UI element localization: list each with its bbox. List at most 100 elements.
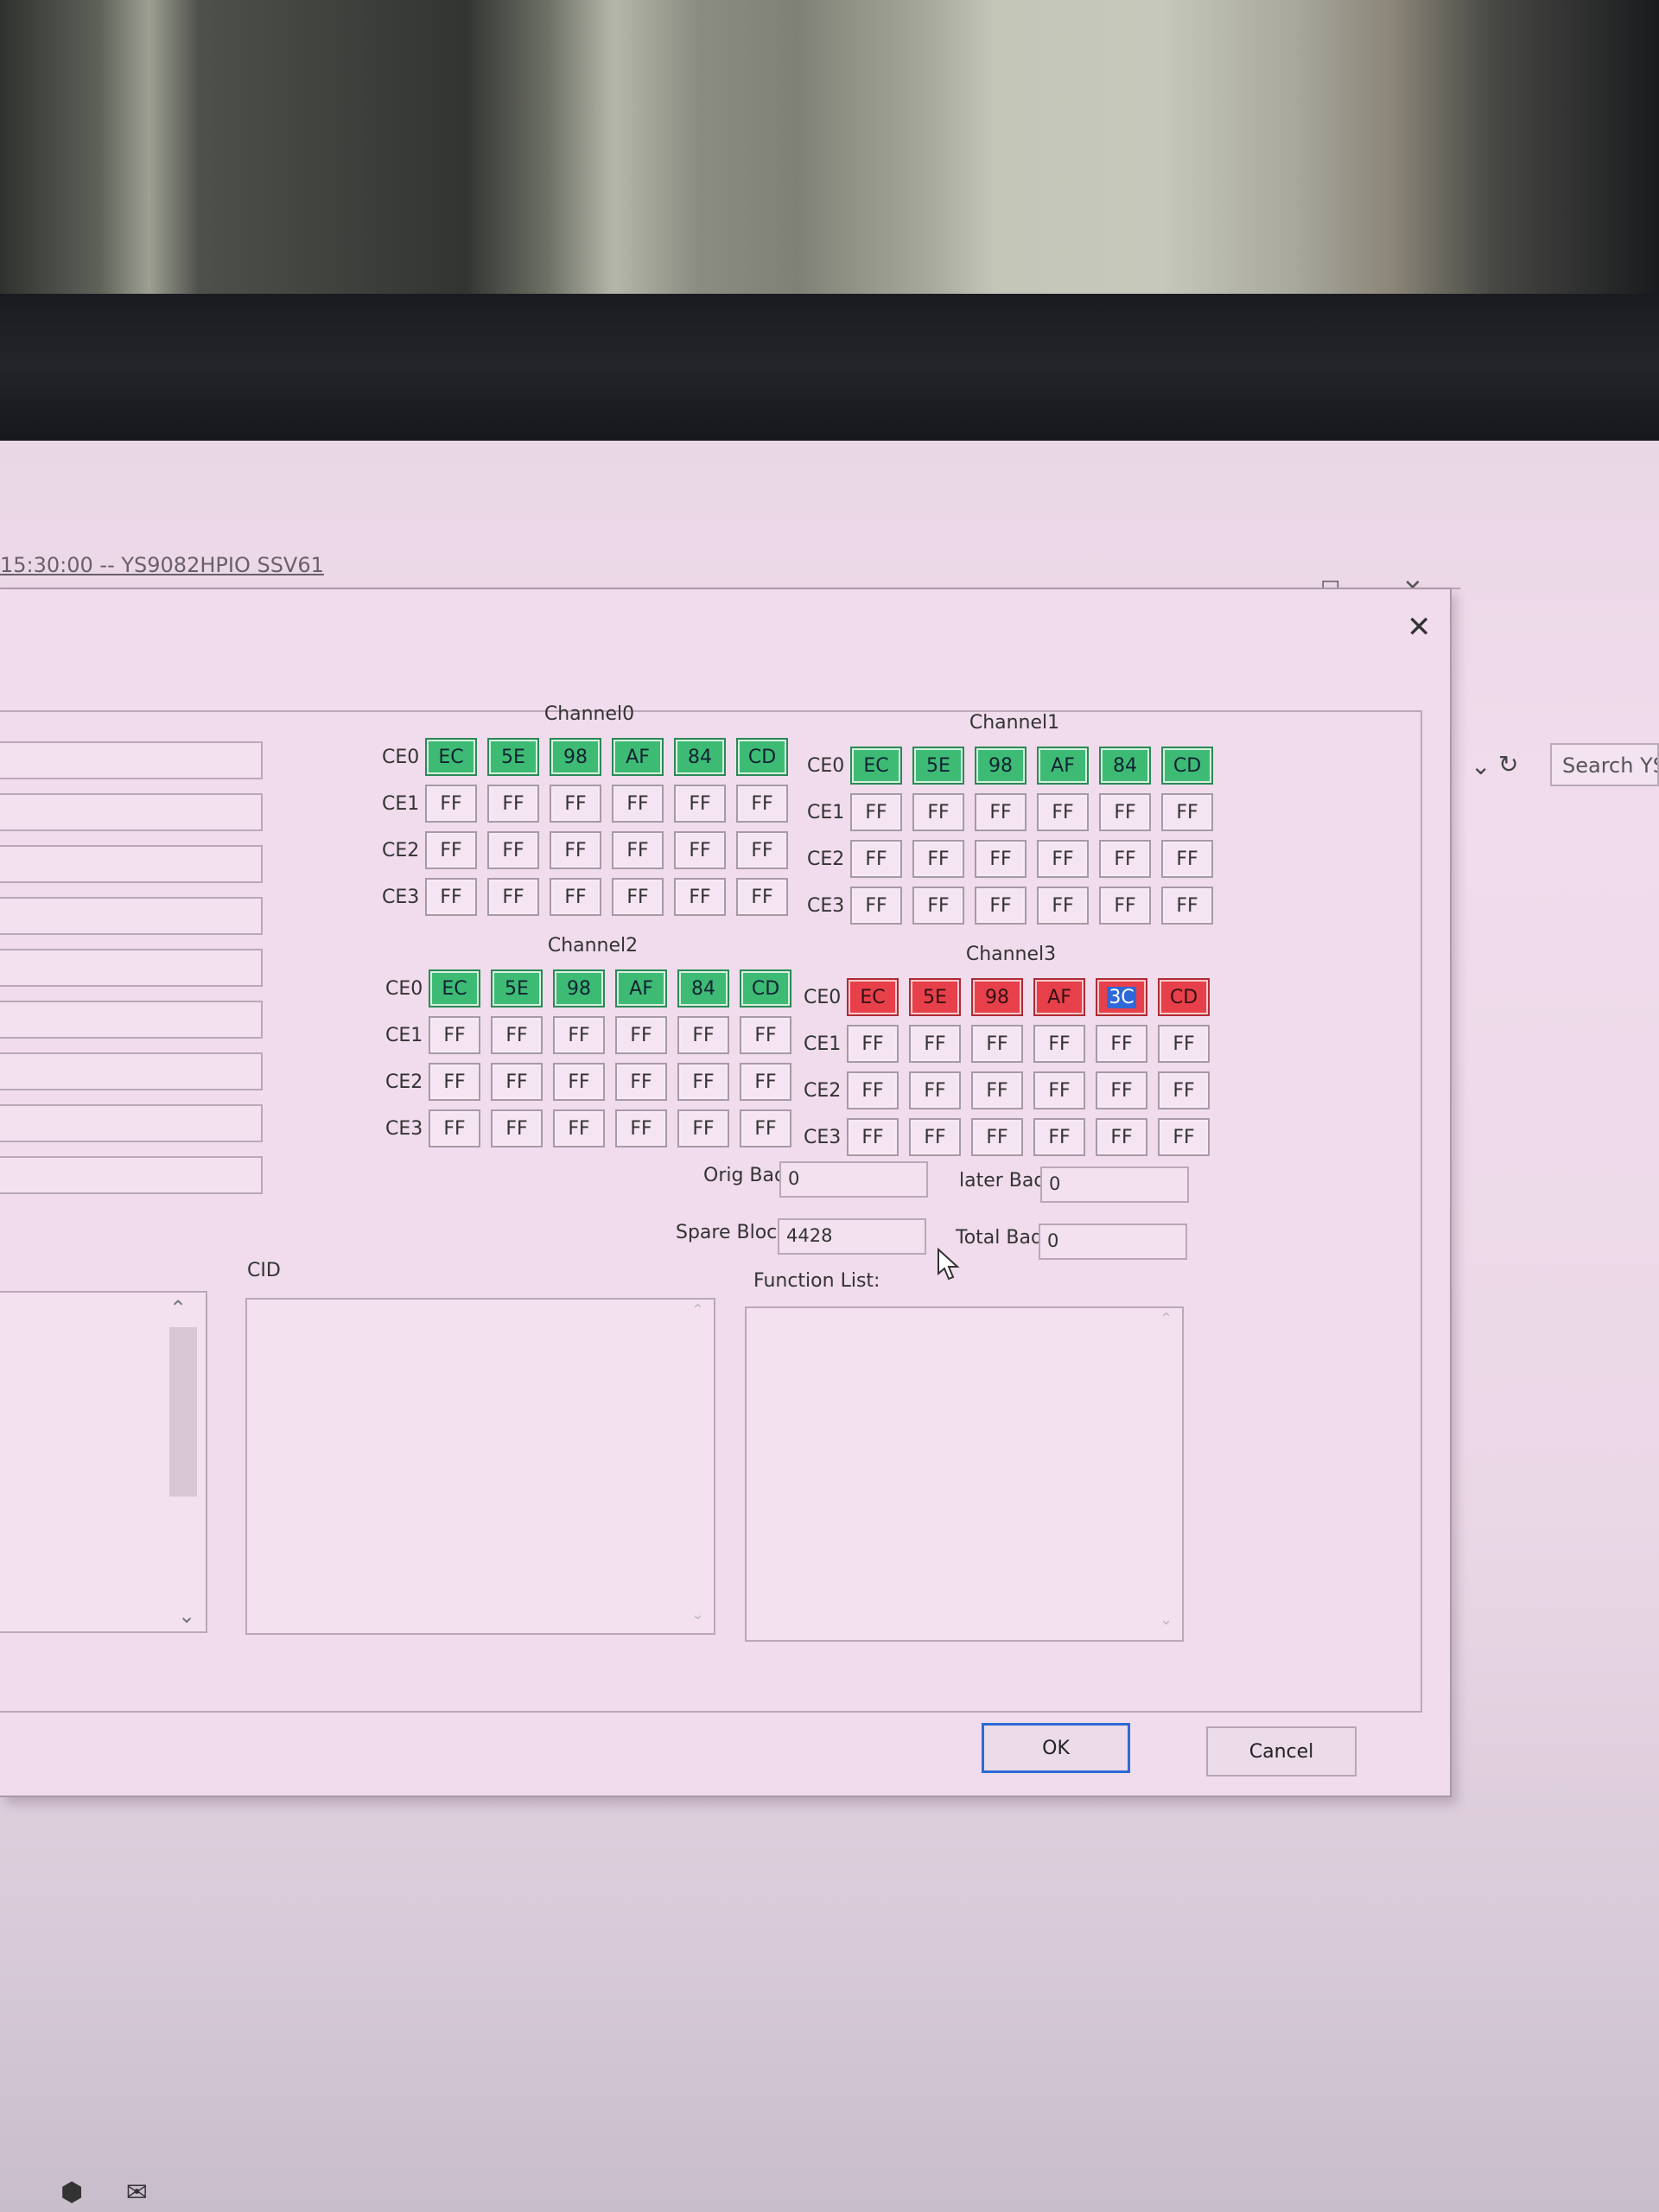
id-byte-cell[interactable]: FF (550, 878, 601, 916)
id-byte-cell[interactable]: FF (1037, 793, 1089, 831)
id-byte-cell[interactable]: FF (1161, 840, 1213, 878)
id-byte-cell[interactable]: FF (912, 887, 964, 925)
id-byte-cell[interactable]: FF (736, 785, 788, 823)
id-byte-cell[interactable]: 5E (909, 978, 961, 1016)
left-field-4[interactable] (0, 897, 263, 935)
shield-icon[interactable]: ⬢ (60, 2177, 83, 2208)
id-byte-cell[interactable]: FF (425, 831, 477, 869)
left-field-1[interactable] (0, 741, 263, 779)
id-byte-cell[interactable]: FF (850, 840, 902, 878)
id-byte-cell[interactable]: FF (553, 1016, 605, 1054)
id-byte-cell[interactable]: FF (1161, 887, 1213, 925)
id-byte-cell[interactable]: FF (615, 1063, 667, 1101)
scroll-down-icon[interactable]: ⌄ (1160, 1611, 1173, 1629)
left-field-5[interactable] (0, 949, 263, 987)
id-byte-cell[interactable]: FF (1099, 887, 1151, 925)
id-byte-cell[interactable]: FF (615, 1109, 667, 1147)
id-byte-cell[interactable]: AF (1033, 978, 1085, 1016)
refresh-icon[interactable]: ↻ (1498, 750, 1518, 779)
id-byte-cell[interactable]: FF (429, 1109, 480, 1147)
id-byte-cell[interactable]: FF (847, 1025, 899, 1063)
id-byte-cell[interactable]: EC (850, 747, 902, 785)
id-byte-cell[interactable]: FF (1099, 840, 1151, 878)
id-byte-cell[interactable]: FF (909, 1025, 961, 1063)
id-byte-cell[interactable]: FF (1161, 793, 1213, 831)
id-byte-cell[interactable]: FF (909, 1071, 961, 1109)
id-byte-cell[interactable]: EC (429, 969, 480, 1007)
id-byte-cell[interactable]: 98 (553, 969, 605, 1007)
id-byte-cell[interactable]: FF (912, 793, 964, 831)
id-byte-cell[interactable]: FF (677, 1109, 729, 1147)
id-byte-cell[interactable]: FF (740, 1016, 791, 1054)
id-byte-cell[interactable]: 84 (677, 969, 729, 1007)
left-list[interactable]: ⌃ ⌄ (0, 1291, 207, 1633)
id-byte-cell[interactable]: CD (1158, 978, 1210, 1016)
id-byte-cell[interactable]: FF (736, 831, 788, 869)
id-byte-cell[interactable]: FF (971, 1025, 1023, 1063)
id-byte-cell[interactable]: FF (550, 831, 601, 869)
total-bad-field[interactable]: 0 (1039, 1224, 1187, 1260)
id-byte-cell[interactable]: AF (615, 969, 667, 1007)
scroll-down-icon[interactable]: ⌄ (691, 1605, 704, 1624)
left-field-9[interactable] (0, 1156, 263, 1194)
id-byte-cell[interactable]: 3C (1096, 978, 1147, 1016)
scrollbar-thumb[interactable] (169, 1327, 197, 1497)
id-byte-cell[interactable]: CD (736, 738, 788, 776)
scroll-down-icon[interactable]: ⌄ (178, 1604, 195, 1628)
id-byte-cell[interactable]: FF (425, 878, 477, 916)
id-byte-cell[interactable]: FF (491, 1109, 543, 1147)
id-byte-cell[interactable]: FF (740, 1063, 791, 1101)
id-byte-cell[interactable]: CD (740, 969, 791, 1007)
id-byte-cell[interactable]: FF (425, 785, 477, 823)
left-field-2[interactable] (0, 793, 263, 831)
id-byte-cell[interactable]: FF (971, 1071, 1023, 1109)
ok-button[interactable]: OK (982, 1723, 1130, 1773)
later-bad-field[interactable]: 0 (1040, 1166, 1189, 1203)
id-byte-cell[interactable]: 5E (487, 738, 539, 776)
id-byte-cell[interactable]: FF (487, 831, 539, 869)
orig-bad-field[interactable]: 0 (779, 1161, 928, 1198)
cancel-button[interactable]: Cancel (1206, 1726, 1357, 1777)
id-byte-cell[interactable]: EC (425, 738, 477, 776)
id-byte-cell[interactable]: FF (615, 1016, 667, 1054)
id-byte-cell[interactable]: FF (553, 1063, 605, 1101)
id-byte-cell[interactable]: FF (491, 1016, 543, 1054)
id-byte-cell[interactable]: FF (847, 1071, 899, 1109)
id-byte-cell[interactable]: FF (1037, 887, 1089, 925)
scroll-up-icon[interactable]: ⌃ (1160, 1310, 1173, 1328)
id-byte-cell[interactable]: FF (487, 878, 539, 916)
id-byte-cell[interactable]: AF (612, 738, 664, 776)
cid-list[interactable]: ⌃ ⌄ (245, 1298, 715, 1635)
spare-block-field[interactable]: 4428 (778, 1218, 926, 1255)
id-byte-cell[interactable]: FF (1096, 1025, 1147, 1063)
id-byte-cell[interactable]: FF (1033, 1071, 1085, 1109)
id-byte-cell[interactable]: FF (1033, 1025, 1085, 1063)
function-list[interactable]: ⌃ ⌄ (745, 1306, 1184, 1642)
id-byte-cell[interactable]: FF (677, 1063, 729, 1101)
id-byte-cell[interactable]: FF (971, 1118, 1023, 1156)
id-byte-cell[interactable]: FF (612, 831, 664, 869)
id-byte-cell[interactable]: FF (1033, 1118, 1085, 1156)
id-byte-cell[interactable]: FF (850, 793, 902, 831)
id-byte-cell[interactable]: FF (975, 793, 1027, 831)
id-byte-cell[interactable]: FF (429, 1063, 480, 1101)
id-byte-cell[interactable]: FF (677, 1016, 729, 1054)
id-byte-cell[interactable]: FF (612, 785, 664, 823)
id-byte-cell[interactable]: 5E (912, 747, 964, 785)
id-byte-cell[interactable]: EC (847, 978, 899, 1016)
scroll-up-icon[interactable]: ⌃ (691, 1301, 704, 1319)
left-field-6[interactable] (0, 1001, 263, 1039)
id-byte-cell[interactable]: FF (736, 878, 788, 916)
id-byte-cell[interactable]: 98 (971, 978, 1023, 1016)
id-byte-cell[interactable]: 84 (1099, 747, 1151, 785)
id-byte-cell[interactable]: FF (1096, 1118, 1147, 1156)
id-byte-cell[interactable]: 84 (674, 738, 726, 776)
id-byte-cell[interactable]: FF (847, 1118, 899, 1156)
chevron-down-icon[interactable]: ⌄ (1471, 752, 1491, 780)
id-byte-cell[interactable]: FF (674, 785, 726, 823)
id-byte-cell[interactable]: FF (674, 878, 726, 916)
id-byte-cell[interactable]: FF (975, 887, 1027, 925)
id-byte-cell[interactable]: FF (1158, 1071, 1210, 1109)
id-byte-cell[interactable]: FF (487, 785, 539, 823)
id-byte-cell[interactable]: FF (1158, 1118, 1210, 1156)
